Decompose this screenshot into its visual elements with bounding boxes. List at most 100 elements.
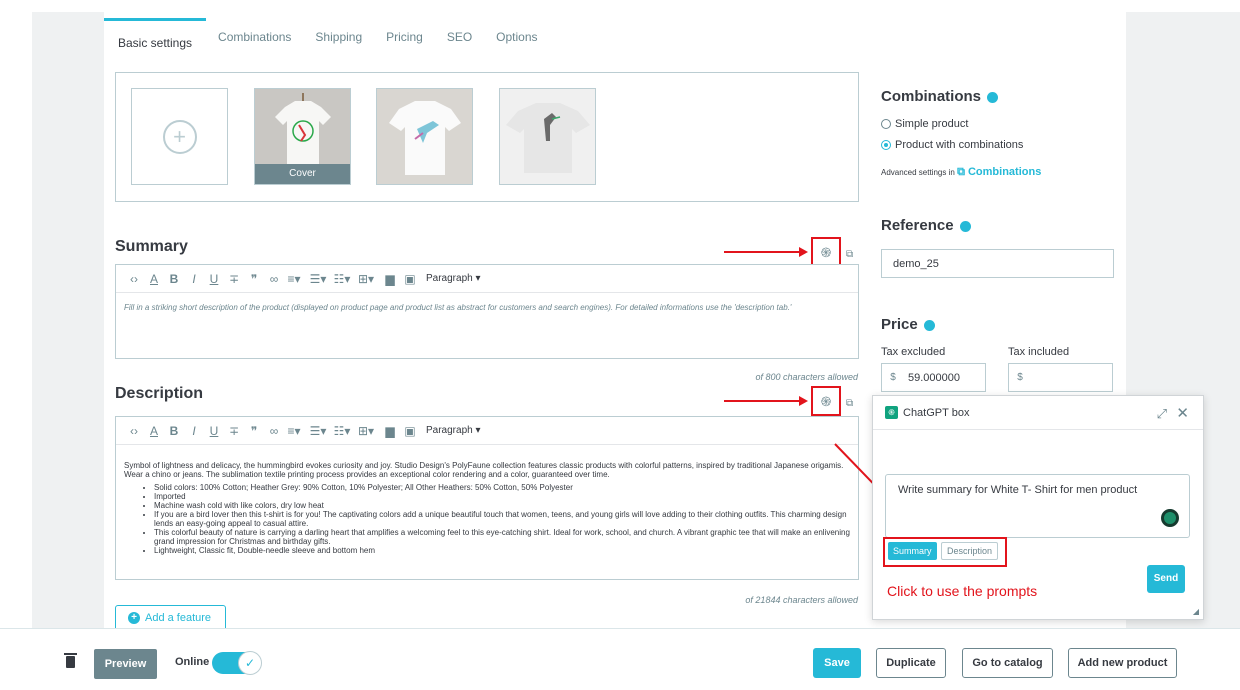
advanced-settings-text: Advanced settings in [881, 168, 955, 177]
save-button[interactable]: Save [813, 648, 861, 678]
bold-icon[interactable]: B [164, 424, 184, 438]
quote-icon[interactable]: ❞ [244, 424, 264, 438]
translate-icon[interactable]: ⧉ [846, 249, 853, 260]
underline-icon[interactable]: U [204, 272, 224, 286]
numbered-list-icon[interactable]: ☷▾ [332, 272, 352, 286]
help-icon[interactable] [987, 91, 998, 103]
tab-shipping[interactable]: Shipping [303, 18, 374, 60]
simple-product-label: Simple product [895, 118, 969, 130]
translate-icon[interactable]: ⧉ [846, 398, 853, 409]
code-icon[interactable]: ‹› [124, 272, 144, 286]
tab-basic-settings[interactable]: Basic settings [104, 18, 207, 60]
underline-icon[interactable]: U [204, 424, 224, 438]
list-item: This colorful beauty of nature is carryi… [154, 528, 850, 546]
radio-product-with-combinations[interactable]: Product with combinations [881, 139, 1023, 151]
reference-value: demo_25 [893, 257, 939, 270]
tab-combinations[interactable]: Combinations [206, 18, 303, 60]
chatgpt-icon: ֍ [820, 394, 832, 409]
summary-placeholder: Fill in a striking short description of … [124, 303, 792, 312]
tshirt-image-3 [500, 89, 595, 184]
add-feature-label: Add a feature [145, 612, 212, 624]
link-icon[interactable]: ∞ [264, 272, 284, 286]
preview-button[interactable]: Preview [94, 649, 157, 679]
summary-content[interactable]: Fill in a striking short description of … [116, 293, 858, 322]
tax-excluded-label: Tax excluded [881, 346, 946, 358]
code-icon[interactable]: ‹› [124, 424, 144, 438]
summary-editor[interactable]: ‹› A B I U ∓ ❞ ∞ ≡▾ ☰▾ ☷▾ ⊞▾ ▆ ▣ Paragra… [115, 264, 859, 359]
help-icon[interactable] [959, 220, 971, 232]
tab-pricing[interactable]: Pricing [374, 18, 435, 60]
media-icon[interactable]: ▣ [400, 272, 420, 286]
prompt-description-button[interactable]: Description [941, 542, 999, 560]
numbered-list-icon[interactable]: ☷▾ [332, 424, 352, 438]
description-toolbar: ‹› A B I U ∓ ❞ ∞ ≡▾ ☰▾ ☷▾ ⊞▾ ▆ ▣ Paragra… [116, 417, 858, 445]
strikethrough-icon[interactable]: ∓ [224, 272, 244, 286]
chatgpt-prompt-input[interactable]: Write summary for White T- Shirt for men… [885, 474, 1190, 538]
price-tax-excluded-input[interactable]: $ 59.000000 [881, 363, 986, 392]
check-icon: ✓ [238, 651, 262, 675]
quote-icon[interactable]: ❞ [244, 272, 264, 286]
online-label: Online [175, 656, 210, 668]
tax-excluded-value: 59.000000 [908, 371, 960, 384]
price-tax-included-input[interactable]: $ [1008, 363, 1113, 392]
paragraph-select[interactable]: Paragraph ▾ [426, 273, 481, 284]
tax-included-label: Tax included [1008, 346, 1070, 358]
tshirt-image-2 [377, 89, 472, 184]
trash-icon[interactable] [64, 653, 77, 668]
help-icon[interactable] [923, 319, 935, 331]
paragraph-select[interactable]: Paragraph ▾ [426, 425, 481, 436]
chatgpt-box: ֍ ChatGPT box ⤢ ✕ Write summary for Whit… [872, 395, 1204, 620]
align-icon[interactable]: ≡▾ [284, 424, 304, 438]
tab-options[interactable]: Options [484, 18, 549, 60]
reference-input[interactable]: demo_25 [881, 249, 1114, 278]
expand-icon[interactable]: ⤢ [1157, 406, 1167, 422]
description-content[interactable]: Symbol of lightness and delicacy, the hu… [116, 445, 858, 565]
resize-handle-icon[interactable]: ◢ [1193, 607, 1199, 616]
link-icon[interactable]: ∞ [264, 424, 284, 438]
product-image-cover[interactable]: Cover [254, 88, 351, 185]
italic-icon[interactable]: I [184, 424, 204, 438]
description-intro: Symbol of lightness and delicacy, the hu… [124, 461, 844, 479]
page: Basic settings Combinations Shipping Pri… [0, 0, 1240, 690]
description-editor[interactable]: ‹› A B I U ∓ ❞ ∞ ≡▾ ☰▾ ☷▾ ⊞▾ ▆ ▣ Paragra… [115, 416, 859, 580]
chatgpt-summary-button[interactable]: ֍ [811, 237, 841, 267]
italic-icon[interactable]: I [184, 272, 204, 286]
chatgpt-box-header: ֍ ChatGPT box [873, 396, 1203, 430]
strikethrough-icon[interactable]: ∓ [224, 424, 244, 438]
product-images: + Cover [115, 72, 859, 202]
text-color-icon[interactable]: A [144, 424, 164, 438]
duplicate-button[interactable]: Duplicate [876, 648, 946, 678]
annotation-arrowhead-summary [799, 247, 808, 257]
go-to-catalog-button[interactable]: Go to catalog [962, 648, 1053, 678]
add-new-product-button[interactable]: Add new product [1068, 648, 1177, 678]
online-toggle[interactable]: ✓ [212, 651, 262, 675]
combinations-link[interactable]: ⧉ Combinations [957, 166, 1041, 178]
text-color-icon[interactable]: A [144, 272, 164, 286]
reference-title-text: Reference [881, 217, 954, 234]
table-icon[interactable]: ⊞▾ [356, 424, 376, 438]
price-title: Price [881, 316, 935, 333]
prompt-summary-button[interactable]: Summary [888, 542, 937, 560]
chatgpt-box-title: ChatGPT box [903, 406, 970, 419]
bold-icon[interactable]: B [164, 272, 184, 286]
image-icon[interactable]: ▆ [380, 424, 400, 438]
table-icon[interactable]: ⊞▾ [356, 272, 376, 286]
radio-checked-icon [881, 140, 891, 150]
radio-simple-product[interactable]: Simple product [881, 118, 968, 130]
add-image-button[interactable]: + [131, 88, 228, 185]
chatgpt-icon: ֍ [820, 245, 832, 260]
bullet-list-icon[interactable]: ☰▾ [308, 424, 328, 438]
tab-seo[interactable]: SEO [435, 18, 484, 60]
send-button[interactable]: Send [1147, 565, 1185, 593]
summary-char-count: of 800 characters allowed [755, 372, 858, 382]
chatgpt-description-button[interactable]: ֍ [811, 386, 841, 416]
image-icon[interactable]: ▆ [380, 272, 400, 286]
media-icon[interactable]: ▣ [400, 424, 420, 438]
bullet-list-icon[interactable]: ☰▾ [308, 272, 328, 286]
product-image-2[interactable] [376, 88, 473, 185]
annotation-arrow-description [724, 400, 800, 402]
close-icon[interactable]: ✕ [1176, 404, 1189, 422]
align-icon[interactable]: ≡▾ [284, 272, 304, 286]
product-image-3[interactable] [499, 88, 596, 185]
plus-circle-icon: + [162, 119, 197, 154]
